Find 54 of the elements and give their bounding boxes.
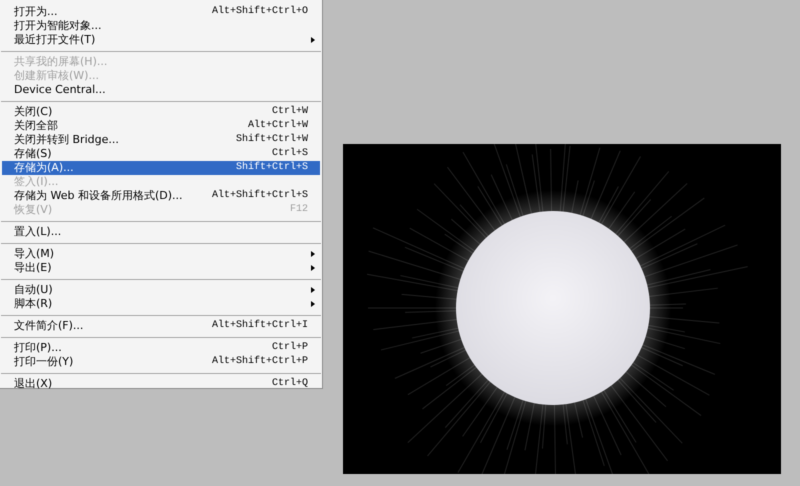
shortcut-label: Alt+Ctrl+W (248, 119, 308, 133)
menu-item[interactable]: Device Central... (0, 83, 322, 97)
menu-item-label: 置入(L)... (14, 225, 62, 239)
shortcut-label: Shift+Ctrl+W (236, 133, 308, 147)
menu-item-label: 创建新审核(W)... (14, 69, 100, 83)
menu-item[interactable]: 存储(S) Ctrl+S (0, 147, 322, 161)
menu-item-label: 共享我的屏幕(H)... (14, 55, 108, 69)
menu-item-label: 脚本(R) (14, 297, 54, 311)
menu-item-label: 关闭(C) (14, 105, 54, 119)
shortcut-label: Ctrl+W (272, 105, 308, 119)
menu-item[interactable]: 导出(E) (0, 261, 322, 275)
menu-item-label: 导入(M) (14, 247, 56, 261)
menu-item[interactable]: 打印(P)... Ctrl+P (0, 341, 322, 355)
menu-item-label: 文件简介(F)... (14, 319, 84, 333)
menu-item[interactable]: 存储为(A)... Shift+Ctrl+S (2, 161, 320, 175)
shortcut-label: Ctrl+Q (272, 377, 308, 391)
menu-item[interactable]: 自动(U) (0, 283, 322, 297)
shortcut-label: Alt+Shift+Ctrl+I (212, 319, 308, 333)
menu-item[interactable]: 关闭全部 Alt+Ctrl+W (0, 119, 322, 133)
shortcut-label: Shift+Ctrl+S (236, 161, 308, 175)
menu-item-label: 打开为... (14, 5, 58, 19)
menu-item[interactable]: 文件简介(F)... Alt+Shift+Ctrl+I (0, 319, 322, 333)
menu-item-label: 存储(S) (14, 147, 53, 161)
menu-item-label: 关闭并转到 Bridge... (14, 133, 120, 147)
menu-item-label: 打印(P)... (14, 341, 63, 355)
menu-item-label: 打开为智能对象... (14, 19, 102, 33)
menu-item[interactable]: 置入(L)... (0, 225, 322, 239)
menu-item-label: Device Central... (14, 83, 107, 97)
menu-item-label: 签入(I)... (14, 175, 60, 189)
menu-item-label: 导出(E) (14, 261, 53, 275)
menu-item[interactable]: 存储为 Web 和设备所用格式(D)... Alt+Shift+Ctrl+S (0, 189, 322, 203)
menu-item[interactable]: 打印一份(Y) Alt+Shift+Ctrl+P (0, 355, 322, 369)
menu-item[interactable]: 脚本(R) (0, 297, 322, 311)
shortcut-label: Ctrl+S (272, 147, 308, 161)
menu-item[interactable]: 导入(M) (0, 247, 322, 261)
menu-item-label: 关闭全部 (14, 119, 59, 133)
menu-item-label: 存储为 Web 和设备所用格式(D)... (14, 189, 184, 203)
shortcut-label: Alt+Shift+Ctrl+S (212, 189, 308, 203)
menu-item[interactable]: 关闭(C) Ctrl+W (0, 105, 322, 119)
menu-item[interactable]: 最近打开文件(T) (0, 33, 322, 47)
menu-item-label: 存储为(A)... (14, 161, 75, 175)
menu-item[interactable]: 关闭并转到 Bridge... Shift+Ctrl+W (0, 133, 322, 147)
menu-item-label: 自动(U) (14, 283, 54, 297)
menu-item[interactable]: 退出(X) Ctrl+Q (0, 377, 322, 391)
menu-item-label: 退出(X) (14, 377, 54, 391)
menu-item-label: 打印一份(Y) (14, 355, 74, 369)
menu-item-label: 最近打开文件(T) (14, 33, 96, 47)
shortcut-label: Alt+Shift+Ctrl+P (212, 355, 308, 369)
menu-item[interactable]: 打开为... Alt+Shift+Ctrl+O (0, 5, 322, 19)
menu-item[interactable]: 打开为智能对象... (0, 19, 322, 33)
shortcut-label: Ctrl+P (272, 341, 308, 355)
shortcut-label: F12 (290, 203, 308, 217)
menu-item-label: 恢复(V) (14, 203, 54, 217)
shortcut-label: Alt+Shift+Ctrl+O (212, 5, 308, 19)
